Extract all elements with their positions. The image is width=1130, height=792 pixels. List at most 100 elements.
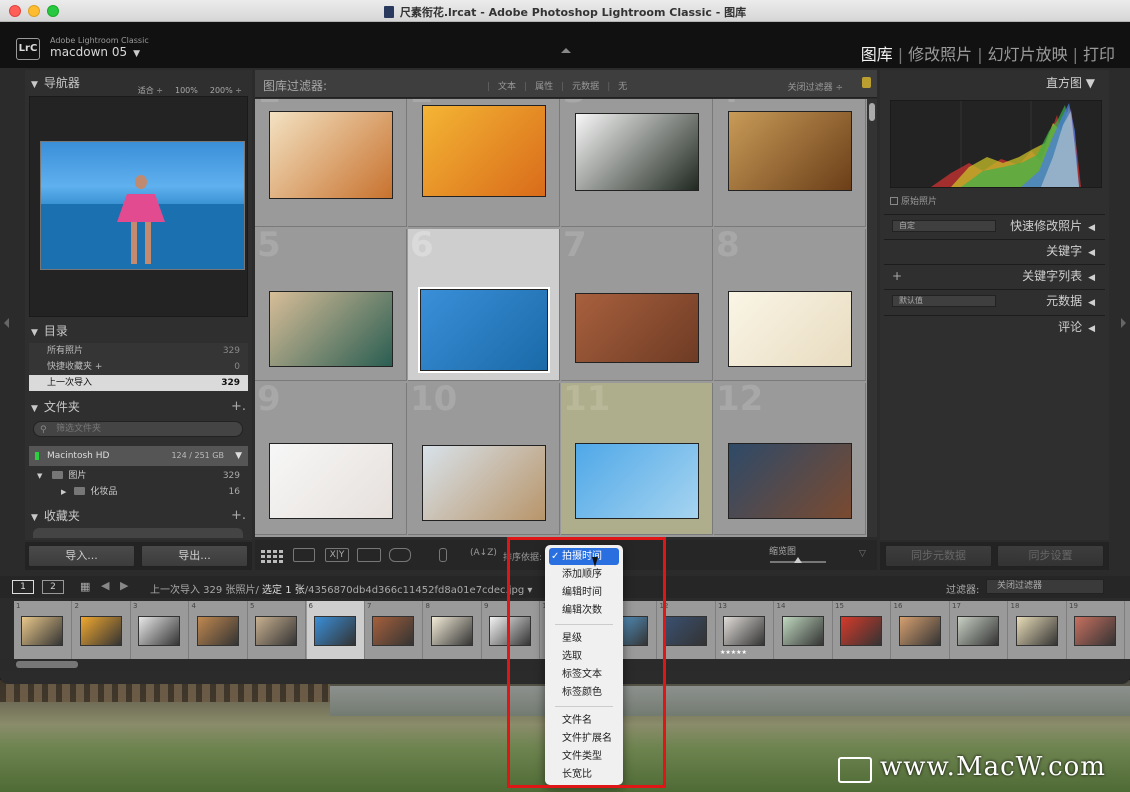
grid-cell[interactable]: 1 — [255, 99, 407, 227]
grid-cell[interactable]: 4 — [714, 99, 866, 227]
photo-thumbnail[interactable] — [728, 291, 852, 367]
filmstrip-thumbnail[interactable] — [430, 616, 473, 646]
right-panel-toggle-icon[interactable] — [1121, 318, 1126, 328]
show-original-checkbox[interactable]: 原始照片 — [890, 194, 937, 207]
filmstrip-thumbnail[interactable] — [723, 616, 765, 646]
quick-develop-header[interactable]: 自定 快速修改照片 ◀ — [884, 214, 1105, 236]
histogram-header[interactable]: 直方图 ▼ — [884, 72, 1105, 94]
zoom-fit-option[interactable]: 适合 ÷ — [138, 86, 163, 95]
left-panel-toggle-icon[interactable] — [4, 318, 9, 328]
toolbar-options-icon[interactable]: ▽ — [859, 549, 866, 559]
quick-develop-preset-select[interactable]: 自定 — [892, 220, 996, 232]
folder-pictures[interactable]: ▼ 图片 329 — [29, 468, 248, 484]
filmstrip-cell[interactable]: 12 — [658, 601, 716, 659]
filmstrip-thumbnail[interactable] — [898, 616, 941, 646]
photo-thumbnail[interactable] — [728, 111, 852, 191]
grid-cell[interactable]: 11★★★★★ — [561, 379, 713, 535]
zoom-200-option[interactable]: 200% ÷ — [210, 86, 242, 95]
filmstrip-thumbnail[interactable] — [313, 616, 356, 646]
metadata-header[interactable]: 默认值 元数据 ◀ — [884, 289, 1105, 311]
volume-macintosh-hd[interactable]: Macintosh HD 124 / 251 GB ▼ — [29, 446, 248, 466]
folder-expand-icon[interactable]: ▼ — [37, 472, 42, 480]
add-collection-button[interactable]: +. — [231, 505, 246, 527]
folder-filter-input[interactable]: ⚲ 筛选文件夹 — [33, 421, 243, 437]
photo-thumbnail[interactable] — [575, 293, 699, 363]
primary-window-button[interactable]: 1 — [12, 580, 34, 594]
photo-thumbnail[interactable] — [575, 443, 699, 519]
grid-scrollbar[interactable] — [867, 99, 877, 537]
import-button[interactable]: 导入... — [28, 545, 135, 567]
keyword-list-header[interactable]: + 关键字列表 ◀ — [884, 264, 1105, 286]
filter-attribute-tab[interactable]: 属性 — [535, 82, 553, 92]
slider-knob-icon[interactable] — [794, 557, 802, 563]
spray-can-icon[interactable] — [439, 548, 447, 562]
people-view-icon[interactable] — [389, 548, 411, 562]
survey-view-icon[interactable] — [357, 548, 381, 562]
grid-cell[interactable]: 12 — [714, 379, 866, 535]
grid-cell[interactable]: 5 — [255, 225, 407, 381]
grid-cell[interactable]: 9 — [255, 379, 407, 535]
forward-arrow-icon[interactable]: ▶ — [120, 579, 128, 592]
photo-thumbnail[interactable] — [269, 291, 393, 367]
filmstrip-thumbnail[interactable] — [957, 616, 999, 646]
filmstrip-thumbnail[interactable] — [138, 616, 180, 646]
compare-view-icon[interactable]: X|Y — [325, 548, 349, 562]
zoom-100-option[interactable]: 100% — [175, 86, 198, 95]
module-tab-3[interactable]: 打印 — [1078, 45, 1120, 64]
filmstrip-thumbnail[interactable] — [79, 616, 122, 646]
filmstrip-cell[interactable]: 15 — [833, 601, 891, 659]
module-tab-1[interactable]: 修改照片 — [903, 45, 977, 64]
filmstrip-thumbnail[interactable] — [196, 616, 239, 646]
folders-header[interactable]: ▼ 文件夹 +. — [25, 396, 252, 418]
back-arrow-icon[interactable]: ◀ — [101, 579, 109, 592]
folder-expand-icon[interactable]: ▶ — [61, 488, 66, 496]
export-button[interactable]: 导出... — [141, 545, 248, 567]
filmstrip-cell[interactable]: 16 — [892, 601, 950, 659]
filmstrip-thumbnail[interactable] — [781, 616, 824, 646]
filmstrip-cell[interactable]: 3 — [131, 601, 189, 659]
photo-thumbnail[interactable] — [575, 113, 699, 191]
filmstrip-cell[interactable]: 14 — [775, 601, 833, 659]
grid-cell[interactable]: 3 — [561, 99, 713, 227]
comments-header[interactable]: 评论 ◀ — [884, 315, 1105, 337]
filmstrip-thumbnail[interactable] — [21, 616, 63, 646]
grid-cell[interactable]: 8 — [714, 225, 866, 381]
add-keyword-button[interactable]: + — [892, 265, 902, 287]
catalog-user-menu[interactable]: macdown 05 ▼ — [50, 45, 140, 59]
filmstrip-cell[interactable]: 18 — [1009, 601, 1067, 659]
filmstrip-thumbnail[interactable] — [664, 616, 707, 646]
filmstrip-cell[interactable]: 1 — [14, 601, 72, 659]
top-panel-toggle-icon[interactable] — [561, 48, 571, 53]
photo-thumbnail[interactable] — [269, 111, 393, 199]
filmstrip-cell[interactable]: 7 — [365, 601, 423, 659]
photo-thumbnail[interactable] — [422, 105, 546, 197]
navigator-header[interactable]: ▼ 导航器 适合 ÷ 100% 200% ÷ — [25, 72, 252, 95]
collections-header[interactable]: ▼ 收藏夹 +. — [25, 505, 252, 527]
catalog-previous-import[interactable]: 上一次导入 329 — [29, 375, 248, 391]
catalog-header[interactable]: ▼ 目录 — [25, 320, 252, 342]
filter-text-tab[interactable]: 文本 — [498, 82, 516, 92]
keywording-header[interactable]: 关键字 ◀ — [884, 239, 1105, 261]
filmstrip-cell[interactable]: 8 — [424, 601, 482, 659]
secondary-window-button[interactable]: 2 — [42, 580, 64, 594]
photo-thumbnail[interactable] — [422, 445, 546, 521]
folder-cosmetics[interactable]: ▶ 化妆品 16 — [29, 484, 248, 500]
grid-scroll-thumb[interactable] — [869, 103, 875, 121]
filmstrip-cell[interactable]: 6 — [306, 601, 365, 659]
sync-metadata-button[interactable]: 同步元数据 — [885, 545, 992, 567]
photo-thumbnail[interactable] — [728, 443, 852, 519]
grid-cell[interactable]: 2 — [408, 99, 560, 227]
photo-thumbnail[interactable] — [269, 443, 393, 519]
loupe-view-icon[interactable] — [293, 548, 315, 562]
catalog-all-photos[interactable]: 所有照片 329 — [29, 343, 248, 359]
navigator-preview[interactable] — [29, 96, 248, 317]
filter-metadata-tab[interactable]: 元数据 — [572, 82, 599, 92]
collection-filter-input[interactable] — [33, 528, 243, 538]
module-tab-2[interactable]: 幻灯片放映 — [983, 45, 1073, 64]
filmstrip-thumbnail[interactable] — [255, 616, 297, 646]
module-tab-0[interactable]: 图库 — [856, 45, 898, 64]
navigator-image[interactable] — [40, 141, 245, 270]
grid-cell[interactable]: 7 — [561, 225, 713, 381]
sync-settings-button[interactable]: 同步设置 — [997, 545, 1104, 567]
filter-none-tab[interactable]: 无 — [618, 82, 627, 92]
